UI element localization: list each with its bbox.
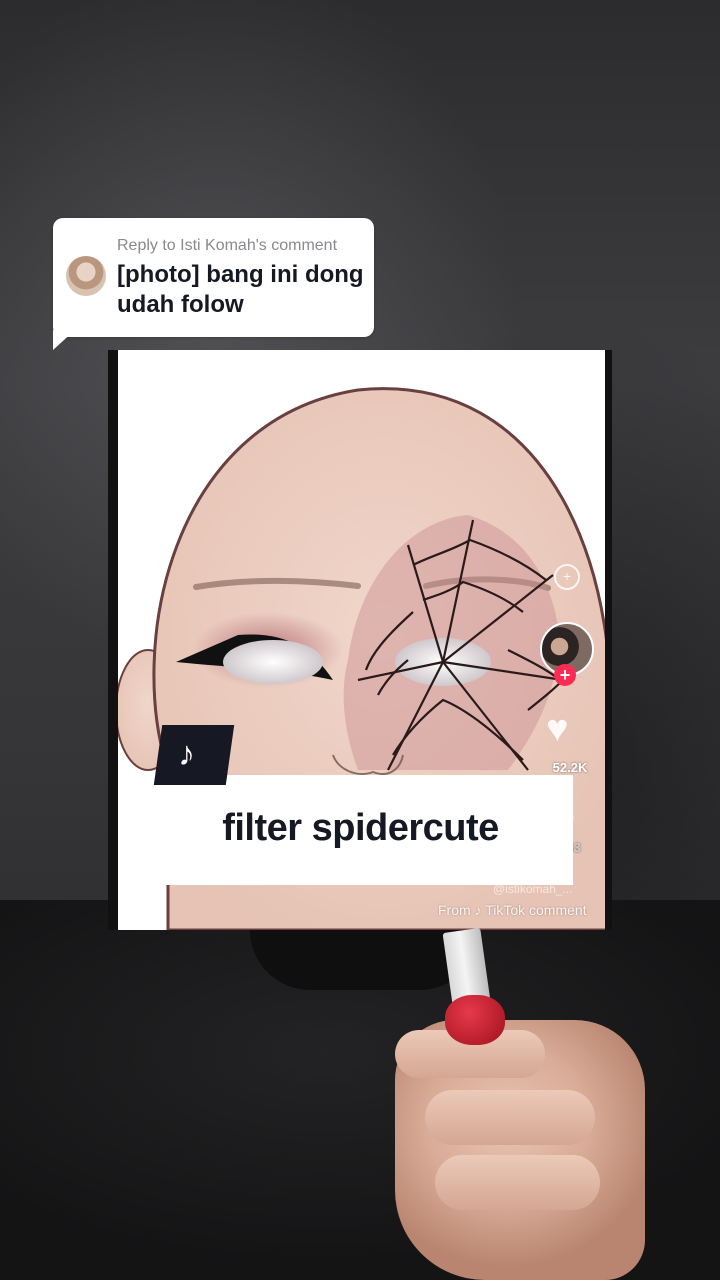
left-edge-bar — [108, 350, 118, 930]
follow-plus-icon: + — [554, 664, 576, 686]
heart-icon: ♥ — [546, 708, 569, 750]
likes-count: 52.2K — [552, 760, 588, 775]
tiktok-logo-icon: ♪ — [178, 735, 196, 773]
commenter-avatar[interactable] — [66, 256, 106, 296]
bubble-tail — [53, 330, 75, 350]
comment-message: [photo] bang ini dong udah folow — [117, 261, 364, 318]
tool-handle — [445, 995, 505, 1045]
search-icon: + — [554, 564, 580, 590]
reply-label: Reply to Isti Komah's comment — [117, 237, 338, 254]
hand — [395, 1020, 645, 1280]
caption-text: filter spidercute — [222, 807, 499, 849]
tiktok-watermark: From ♪ TikTok comment — [438, 902, 587, 918]
tiktok-badge: ♪ — [153, 725, 235, 785]
finger — [425, 1090, 595, 1145]
caption-box: filter spidercute — [148, 775, 573, 885]
reply-comment-bubble[interactable]: Reply to Isti Komah's comment [photo] ba… — [53, 218, 374, 337]
username-watermark: @istikomah_... — [493, 882, 573, 896]
embedded-video-screenshot: + + ♥ 52.2K ♡ 163 filter spidercute ♪ @i… — [108, 350, 612, 930]
finger — [435, 1155, 600, 1210]
